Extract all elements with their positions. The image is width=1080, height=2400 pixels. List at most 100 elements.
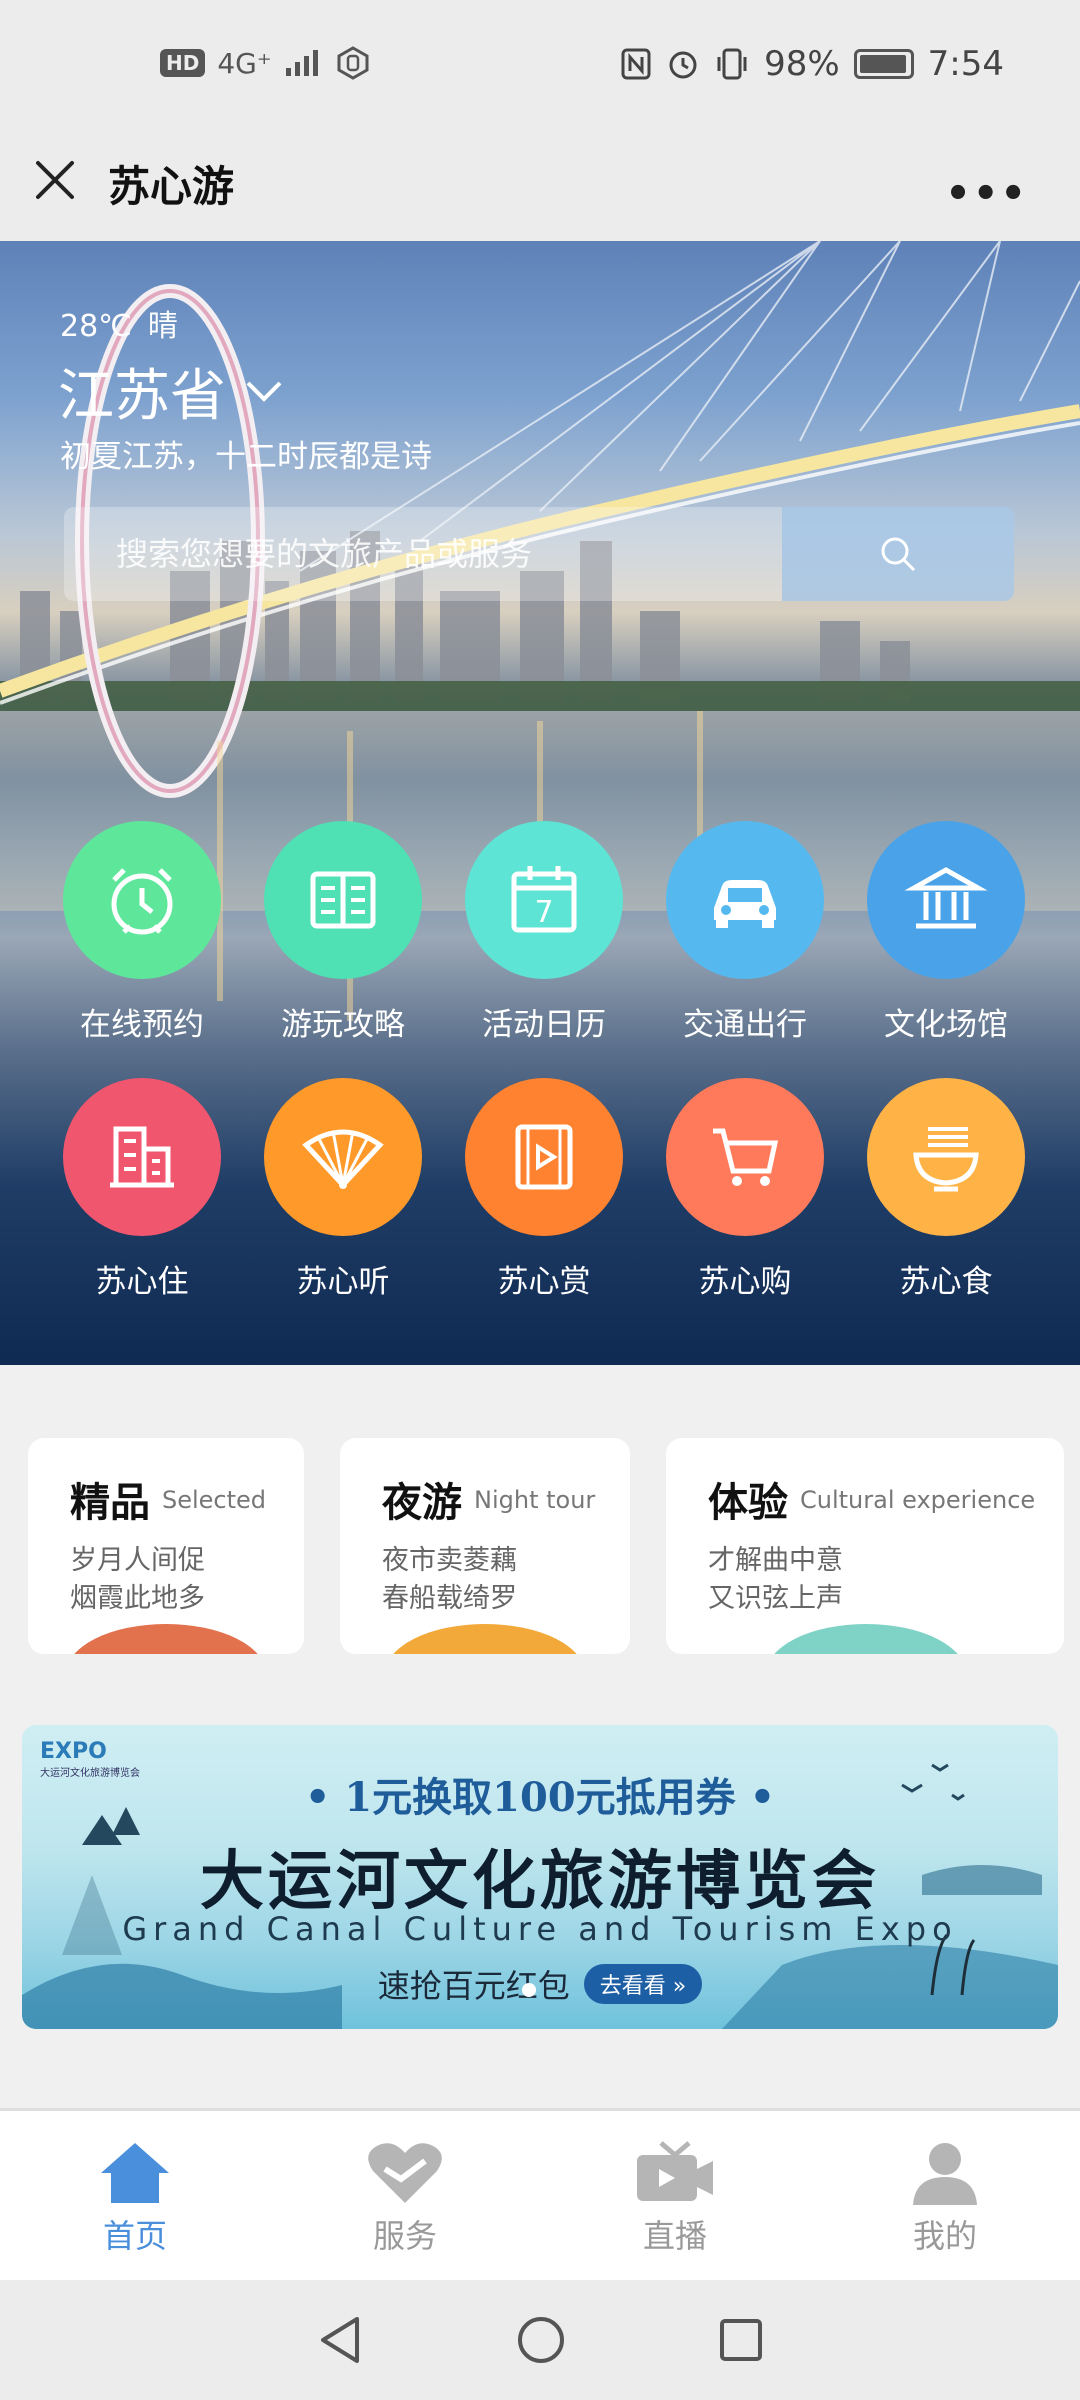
more-options-icon[interactable]: ••• [945,171,1028,217]
nav-mine[interactable]: 我的 [810,2111,1080,2280]
card-selected[interactable]: 精品 Selected 岁月人间促 烟霞此地多 [28,1438,304,1654]
banner-subtitle-en: Grand Canal Culture and Tourism Expo [122,1910,958,1948]
carousel-indicator [522,1983,536,1997]
icon-circle [465,1078,623,1236]
card-decoration [766,1624,966,1654]
nav-home[interactable]: 首页 [0,2111,270,2280]
search-icon [881,537,916,572]
home-circle-icon[interactable] [515,2314,567,2366]
icon-circle [264,821,422,979]
card-title: 夜游 [382,1480,462,1526]
icon-label: 苏心赏 [497,1264,591,1300]
nav-label: 直播 [642,2217,707,2255]
card-cultural-experience[interactable]: 体验 Cultural experience 才解曲中意 又识弦上声 [666,1438,1064,1654]
fan-icon [302,1129,384,1189]
card-line: 才解曲中意 [708,1545,843,1576]
province-selector[interactable]: 江苏省 [58,351,284,432]
card-decoration [385,1624,585,1654]
icon-label: 活动日历 [482,1007,606,1043]
quick-icon-grid: 在线预约 游玩攻略 7 活动日历 交通出行 文化场馆 苏心住 苏心听 苏心赏 苏… [44,821,1044,1335]
heart-icon [368,2143,442,2203]
nav-services[interactable]: 服务 [270,2111,540,2280]
battery-percent: 98% [764,44,840,84]
calendar-icon: 7 [511,866,577,933]
icon-item-su-listen[interactable]: 苏心听 [245,1078,441,1301]
banner-cta: 速抢百元红包 去看看 » [22,1961,1058,2007]
icon-circle: 7 [465,821,623,979]
tv-icon [637,2141,713,2201]
clock-time: 7:54 [927,44,1004,84]
signal-bars-icon [285,50,318,76]
icon-circle [63,821,221,979]
expo-banner[interactable]: EXPO 大运河文化旅游博览会 • 1元换取100元抵用券 • 大运河文化旅游博… [22,1725,1058,2029]
icon-item-transport[interactable]: 交通出行 [647,821,843,1044]
alarm-clock-icon [111,868,173,935]
cart-icon [713,1128,779,1186]
temperature: 28℃ [60,309,132,344]
nav-label: 我的 [912,2217,977,2255]
card-line: 春船载绮罗 [382,1583,517,1614]
chevron-down-icon [246,381,282,402]
icon-circle [666,1078,824,1236]
card-line: 夜市卖菱藕 [382,1545,517,1576]
icon-row-2: 苏心住 苏心听 苏心赏 苏心购 苏心食 [44,1078,1044,1301]
recent-apps-icon[interactable] [717,2316,765,2364]
banner-title: 大运河文化旅游博览会 [200,1844,880,1919]
icon-circle [666,821,824,979]
hd-badge: HD [160,49,206,77]
hand-icon [337,46,369,80]
icon-item-online-booking[interactable]: 在线预约 [44,821,240,1044]
card-night-tour[interactable]: 夜游 Night tour 夜市卖菱藕 春船载绮罗 [340,1438,630,1654]
search-bar [64,507,1014,601]
alarm-status-icon [669,51,697,79]
nav-label: 服务 [372,2217,437,2255]
go-see-button[interactable]: 去看看 » [583,1964,703,2004]
card-subtitle: Cultural experience [800,1486,1036,1514]
icon-item-event-calendar[interactable]: 7 活动日历 [446,821,642,1044]
book-icon [310,871,376,929]
card-title: 体验 [708,1480,788,1526]
battery-icon [853,49,914,79]
status-right: 98% 7:54 [620,44,1004,84]
category-cards: 精品 Selected 岁月人间促 烟霞此地多 夜游 Night tour 夜市… [28,1438,1064,1654]
icon-item-su-appreciate[interactable]: 苏心赏 [446,1078,642,1301]
nfc-icon [621,48,651,80]
status-left: HD 4G⁺ [160,46,370,80]
icon-circle [63,1078,221,1236]
status-bar: HD 4G⁺ 98% 7:54 [0,0,1080,135]
close-icon[interactable] [32,157,78,203]
back-icon[interactable] [315,2313,365,2367]
noodle-bowl-icon [913,1127,979,1192]
icon-label: 苏心食 [899,1264,993,1300]
icon-item-su-stay[interactable]: 苏心住 [44,1078,240,1301]
icon-circle [264,1078,422,1236]
hero-banner: 28℃ 晴 江苏省 初夏江苏，十二时辰都是诗 搜索您想要的文旅产品或服务 在线预… [0,241,1080,1365]
weather-info: 28℃ 晴 [60,301,178,345]
car-icon [714,880,776,928]
banner-promo: • 1元换取100元抵用券 • [304,1774,776,1821]
icon-label: 苏心住 [95,1264,189,1300]
icon-item-cultural-venue[interactable]: 文化场馆 [848,821,1044,1044]
icon-label: 交通出行 [683,1007,807,1043]
building-icon [110,1126,174,1188]
card-line: 烟霞此地多 [70,1583,205,1614]
icon-label: 苏心购 [698,1264,792,1300]
nav-live[interactable]: 直播 [540,2111,810,2280]
icon-item-su-food[interactable]: 苏心食 [848,1078,1044,1301]
icon-item-travel-guide[interactable]: 游玩攻略 [245,821,441,1044]
weather-condition: 晴 [147,309,178,344]
icon-label: 文化场馆 [884,1007,1008,1043]
icon-label: 游玩攻略 [281,1007,405,1043]
vibrate-icon [717,48,747,80]
system-nav-bar [0,2280,1080,2400]
icon-item-su-shop[interactable]: 苏心购 [647,1078,843,1301]
icon-circle [867,821,1025,979]
title-bar: 苏心游 ••• [0,135,1080,241]
search-button[interactable] [782,507,1014,601]
card-line: 岁月人间促 [70,1545,205,1576]
card-line: 又识弦上声 [708,1583,843,1614]
search-input[interactable] [64,507,782,601]
home-icon [101,2143,169,2203]
page-title: 苏心游 [108,162,235,211]
bottom-nav: 首页 服务 直播 我的 [0,2108,1080,2280]
